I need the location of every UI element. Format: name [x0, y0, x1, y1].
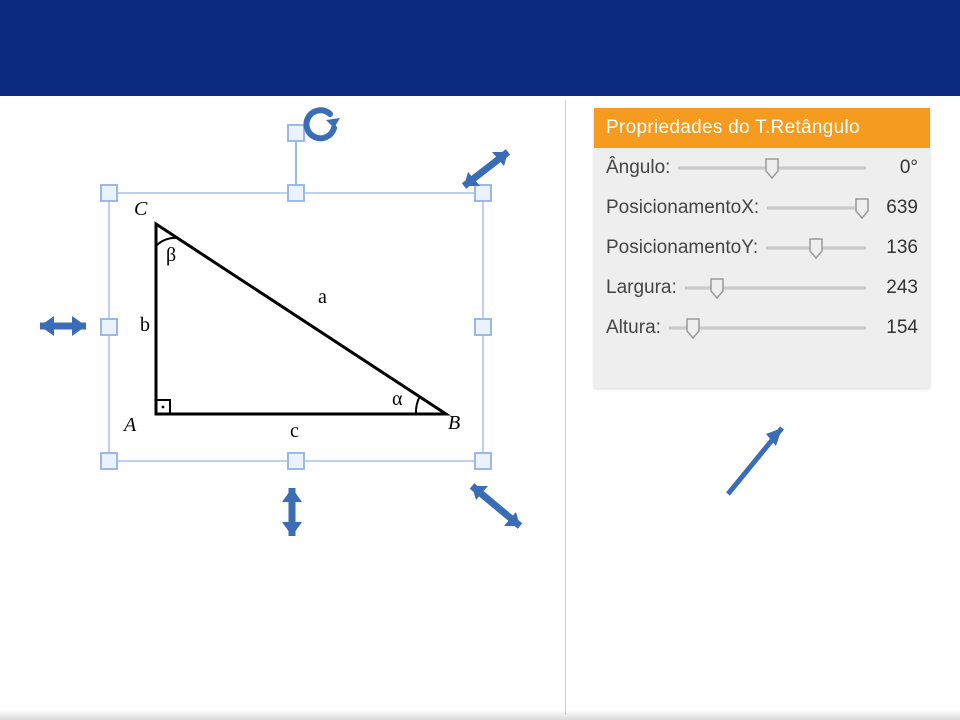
resize-handle-bottom-left[interactable] — [100, 452, 118, 470]
rotate-hint-icon — [300, 106, 344, 150]
label-largura: Largura: — [606, 277, 677, 299]
row-altura: Altura: 154 — [594, 308, 930, 348]
resize-hint-vertical-icon — [274, 474, 310, 552]
slider-posx[interactable] — [767, 197, 866, 219]
vertex-label-b: B — [448, 412, 460, 435]
vertex-label-c: C — [134, 198, 147, 221]
row-angulo: Ângulo: 0° — [594, 148, 930, 188]
label-posx: PosicionamentoX: — [606, 197, 759, 219]
triangle-shape[interactable] — [126, 204, 466, 454]
slider-altura[interactable] — [669, 317, 866, 339]
value-posx: 639 — [872, 197, 918, 219]
resize-hint-diagonal-icon — [452, 140, 522, 200]
properties-panel: Propriedades do T.Retângulo Ângulo: 0° P… — [594, 108, 930, 388]
value-largura: 243 — [872, 277, 918, 299]
row-posx: PosicionamentoX: 639 — [594, 188, 930, 228]
panel-title: Propriedades do T.Retângulo — [594, 108, 930, 148]
angle-label-beta: β — [166, 244, 176, 267]
slider-angulo[interactable] — [678, 157, 866, 179]
panel-hint-arrow-icon — [714, 408, 804, 513]
bottom-shadow — [0, 710, 960, 720]
value-angulo: 0° — [872, 157, 918, 179]
resize-handle-middle-left[interactable] — [100, 318, 118, 336]
canvas-area[interactable]: C A B b a c β α — [0, 96, 565, 720]
label-posy: PosicionamentoY: — [606, 237, 758, 259]
resize-handle-top-middle[interactable] — [287, 184, 305, 202]
resize-handle-middle-right[interactable] — [474, 318, 492, 336]
angle-label-alpha: α — [392, 388, 402, 411]
side-label-b: b — [140, 314, 150, 337]
slider-posy[interactable] — [766, 237, 866, 259]
resize-handle-top-left[interactable] — [100, 184, 118, 202]
row-posy: PosicionamentoY: 136 — [594, 228, 930, 268]
vertex-label-a: A — [124, 414, 136, 437]
side-label-a: a — [318, 286, 327, 309]
side-label-c: c — [290, 420, 299, 443]
resize-handle-bottom-right[interactable] — [474, 452, 492, 470]
title-bar — [0, 0, 960, 96]
selection-box[interactable]: C A B b a c β α — [108, 192, 484, 462]
resize-hint-diagonal2-icon — [458, 472, 538, 542]
resize-handle-bottom-middle[interactable] — [287, 452, 305, 470]
value-posy: 136 — [872, 237, 918, 259]
label-altura: Altura: — [606, 317, 661, 339]
slider-largura[interactable] — [685, 277, 866, 299]
vertical-divider — [565, 100, 566, 715]
label-angulo: Ângulo: — [606, 157, 670, 179]
value-altura: 154 — [872, 317, 918, 339]
rotation-stem — [295, 136, 297, 184]
resize-hint-horizontal-icon — [26, 308, 100, 344]
row-largura: Largura: 243 — [594, 268, 930, 308]
